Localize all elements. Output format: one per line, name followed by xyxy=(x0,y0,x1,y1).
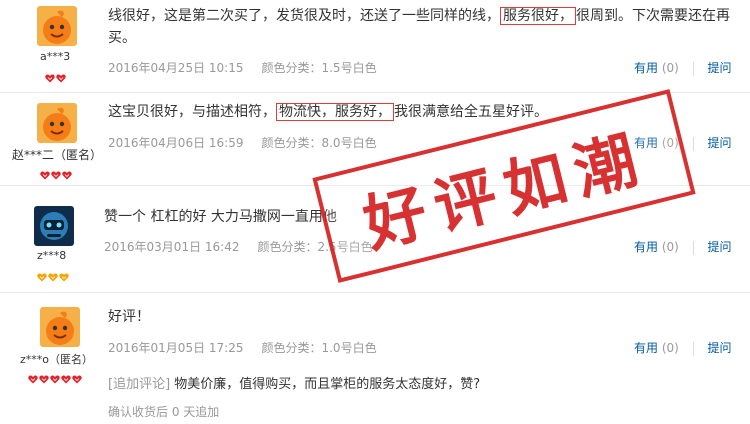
review-text: 线很好，这是第二次买了，发货很及时，还送了一些同样的线， 服务很好， 很周到。下次需… xyxy=(108,5,733,49)
ask-button[interactable]: 提问 xyxy=(708,240,732,254)
review-text-part: 这宝贝很好，与描述相符， xyxy=(108,104,276,120)
avatar[interactable] xyxy=(37,6,77,46)
heart-icon xyxy=(50,369,60,388)
spec: 颜色分类：1.0号白色 xyxy=(261,341,377,355)
rating-hearts xyxy=(40,165,72,184)
heart-icon xyxy=(72,369,82,388)
ask-button[interactable]: 提问 xyxy=(708,136,732,150)
heart-icon xyxy=(48,267,58,286)
heart-icon xyxy=(39,369,49,388)
spec: 颜色分类：8.0号白色 xyxy=(261,136,377,150)
heart-icon xyxy=(62,165,72,184)
review-actions: 有用 (0) 提问 xyxy=(634,238,732,255)
highlight-box: 物流快，服务好， xyxy=(276,103,394,121)
review-meta: 2016年04月06日 16:59 颜色分类：8.0号白色 xyxy=(108,134,377,151)
review-date: 2016年03月01日 16:42 xyxy=(104,240,240,254)
review-text-part: 我很满意给全五星好评。 xyxy=(394,104,548,120)
heart-icon xyxy=(51,165,61,184)
divider xyxy=(692,240,694,255)
orange-mascot-icon xyxy=(37,103,77,143)
divider xyxy=(692,341,694,356)
divider xyxy=(692,136,694,151)
divider xyxy=(692,61,694,76)
heart-icon xyxy=(28,369,38,388)
review-text-part: 线很好，这是第二次买了，发货很及时，还送了一些同样的线， xyxy=(108,8,500,24)
username: a***3 xyxy=(40,50,71,63)
ask-button[interactable]: 提问 xyxy=(708,341,732,355)
followup-tag: [追加评论] xyxy=(108,377,171,392)
followup-text: 物美价廉，值得购买，而且掌柜的服务太态度好，赞? xyxy=(174,377,481,392)
heart-icon xyxy=(56,68,66,87)
rating-hearts xyxy=(45,68,66,87)
review-meta: 2016年01月05日 17:25 颜色分类：1.0号白色 xyxy=(108,339,377,356)
robot-avatar-icon xyxy=(34,206,74,246)
username: z***8 xyxy=(37,249,67,262)
useful-count: (0) xyxy=(661,240,679,254)
review-actions: 有用 (0) 提问 xyxy=(634,339,732,356)
avatar[interactable] xyxy=(34,206,74,246)
orange-mascot-icon xyxy=(40,307,80,347)
heart-icon xyxy=(59,267,69,286)
useful-button[interactable]: 有用 xyxy=(634,61,658,75)
review-date: 2016年04月25日 10:15 xyxy=(108,61,244,75)
avatar[interactable] xyxy=(40,307,80,347)
useful-button[interactable]: 有用 xyxy=(634,341,658,355)
useful-count: (0) xyxy=(661,341,679,355)
heart-icon xyxy=(61,369,71,388)
username: z***o（匿名） xyxy=(20,353,94,366)
username: 赵***二（匿名） xyxy=(12,148,103,162)
followup-review: [追加评论] 物美价廉，值得购买，而且掌柜的服务太态度好，赞? xyxy=(108,373,480,392)
heart-icon xyxy=(40,165,50,184)
followup-confirm-note: 确认收货后 0 天追加 xyxy=(108,405,220,419)
review-date: 2016年01月05日 17:25 xyxy=(108,341,244,355)
heart-icon xyxy=(37,267,47,286)
review-actions: 有用 (0) 提问 xyxy=(634,59,732,76)
rating-hearts xyxy=(28,369,82,388)
review-item: z***o（匿名） 好评！ 2016年01月05日 17:25 颜色分类：1.0号… xyxy=(0,293,750,424)
avatar[interactable] xyxy=(37,103,77,143)
ask-button[interactable]: 提问 xyxy=(708,61,732,75)
spec: 颜色分类：1.5号白色 xyxy=(261,61,377,75)
review-meta: 2016年04月25日 10:15 颜色分类：1.5号白色 xyxy=(108,59,377,76)
review-text: 好评！ xyxy=(108,309,150,325)
highlight-box: 服务很好， xyxy=(500,7,576,25)
review-date: 2016年04月06日 16:59 xyxy=(108,136,244,150)
review-item: a***3 线很好，这是第二次买了，发货很及时，还送了一些同样的线， 服务很好，很… xyxy=(0,0,750,93)
useful-count: (0) xyxy=(661,61,679,75)
orange-mascot-icon xyxy=(37,6,77,46)
rating-hearts xyxy=(37,267,69,286)
useful-button[interactable]: 有用 xyxy=(634,240,658,254)
heart-icon xyxy=(45,68,55,87)
